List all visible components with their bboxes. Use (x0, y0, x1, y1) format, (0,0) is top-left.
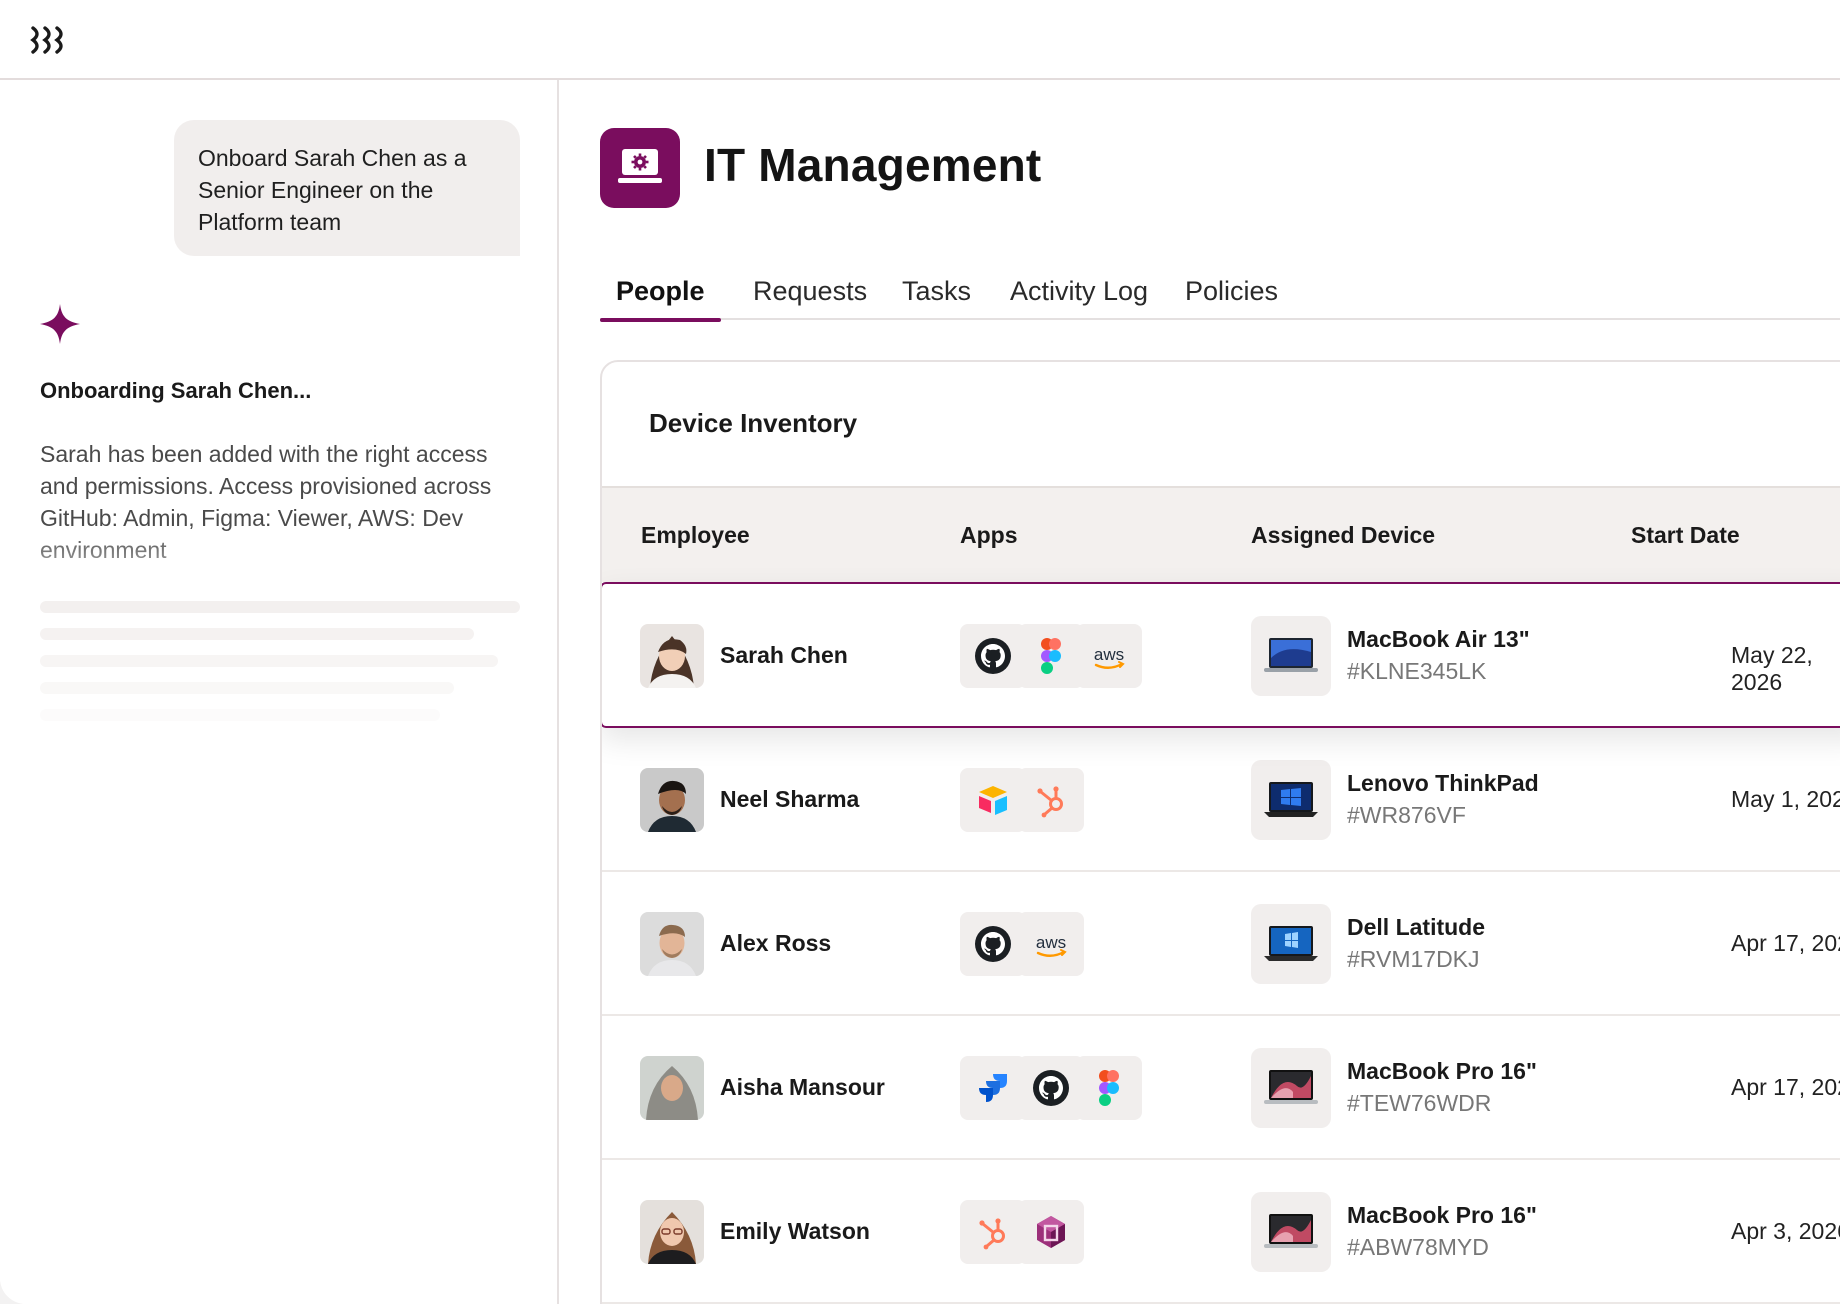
hubspot-icon[interactable] (960, 1200, 1026, 1264)
sparkle-icon (40, 304, 80, 344)
jira-icon[interactable] (960, 1056, 1026, 1120)
device-thumbnail (1251, 1192, 1331, 1272)
tab-activity-log[interactable]: Activity Log (994, 270, 1164, 320)
assistant-chat-panel: Onboard Sarah Chen as a Senior Engineer … (0, 80, 559, 1304)
svg-text:aws: aws (1036, 933, 1066, 952)
column-header-apps[interactable]: Apps (960, 522, 1018, 549)
employee-name[interactable]: Neel Sharma (720, 786, 859, 813)
card-title: Device Inventory (649, 408, 858, 438)
avatar (640, 768, 704, 832)
device-thumbnail (1251, 616, 1331, 696)
github-icon[interactable] (1018, 1056, 1084, 1120)
column-header-employee[interactable]: Employee (641, 522, 750, 549)
table-row[interactable]: Aisha Mansour MacBook Pro 16" #TEW76WDR … (602, 1016, 1840, 1160)
laptop-gear-icon (618, 149, 662, 183)
main-content: IT Management People Requests Tasks Acti… (561, 80, 1840, 1304)
logo-icon[interactable] (30, 24, 70, 56)
loading-skeleton-line (40, 628, 474, 640)
assistant-status-title: Onboarding Sarah Chen... (40, 378, 312, 403)
device-thumbnail (1251, 760, 1331, 840)
employee-name[interactable]: Aisha Mansour (720, 1074, 885, 1101)
tab-requests[interactable]: Requests (737, 270, 883, 320)
apps-list (960, 1200, 1084, 1264)
device-name: Lenovo ThinkPad (1347, 770, 1539, 796)
start-date: Apr 17, 2026 (1731, 930, 1840, 956)
it-management-app-icon (600, 128, 680, 208)
laptop-icon (1264, 1214, 1318, 1248)
table-header: Employee Apps Assigned Device Start Date (602, 486, 1840, 582)
aws-icon[interactable]: aws (1018, 912, 1084, 976)
avatar-photo (640, 768, 704, 832)
apps-list: aws (960, 912, 1084, 976)
device-name: MacBook Pro 16" (1347, 1058, 1537, 1084)
device-name: MacBook Pro 16" (1347, 1202, 1537, 1228)
start-date: May 22, 2026 (1731, 642, 1813, 695)
device-id: #ABW78MYD (1347, 1234, 1489, 1260)
start-date: May 1, 2026 (1731, 786, 1840, 812)
user-message-bubble: Onboard Sarah Chen as a Senior Engineer … (174, 120, 520, 256)
apps-list (960, 1056, 1142, 1120)
laptop-icon (1264, 782, 1318, 817)
table-row[interactable]: Alex Ross aws Dell Latitude #RVM17DKJ Ap… (602, 872, 1840, 1016)
employee-name[interactable]: Sarah Chen (720, 642, 848, 669)
aws-icon[interactable]: aws (1076, 624, 1142, 688)
page-title: IT Management (704, 139, 1042, 191)
tab-bar: People Requests Tasks Activity Log Polic… (600, 270, 1840, 322)
avatar (640, 1056, 704, 1120)
tab-people[interactable]: People (600, 270, 721, 322)
device-id: #RVM17DKJ (1347, 946, 1480, 972)
loading-skeleton-line (40, 709, 440, 721)
table-row[interactable]: Sarah Chen aws MacBook Air 13" #KLNE345L… (602, 582, 1840, 728)
loading-skeleton-line (40, 601, 520, 613)
figma-icon[interactable] (1076, 1056, 1142, 1120)
device-id: #WR876VF (1347, 802, 1466, 828)
column-header-assigned-device[interactable]: Assigned Device (1251, 522, 1435, 549)
employee-name[interactable]: Emily Watson (720, 1218, 870, 1245)
avatar (640, 912, 704, 976)
table-row[interactable]: Neel Sharma Lenovo ThinkPad #WR876VF May… (602, 728, 1840, 872)
device-inventory-card: Device Inventory Employee Apps Assigned … (600, 360, 1840, 1304)
device-thumbnail (1251, 904, 1331, 984)
column-header-start-date[interactable]: Start Date (1631, 522, 1740, 549)
avatar-photo (640, 912, 704, 976)
top-bar (0, 0, 1840, 80)
hubspot-icon[interactable] (1018, 768, 1084, 832)
app-frame: Onboard Sarah Chen as a Senior Engineer … (0, 0, 1840, 1304)
table-row[interactable]: Emily Watson MacBook Pro 16" #ABW78MYD A… (602, 1160, 1840, 1304)
device-name: MacBook Air 13" (1347, 626, 1530, 652)
figma-icon[interactable] (1018, 624, 1084, 688)
laptop-icon (1264, 1070, 1318, 1104)
reply-fade (40, 530, 530, 570)
device-id: #KLNE345LK (1347, 658, 1487, 684)
avatar-photo (640, 1200, 704, 1264)
avatar (640, 624, 704, 688)
start-date: Apr 3, 2026 (1731, 1218, 1840, 1244)
device-thumbnail (1251, 1048, 1331, 1128)
loading-skeleton-line (40, 682, 454, 694)
loading-skeleton-line (40, 655, 498, 667)
employee-name[interactable]: Alex Ross (720, 930, 831, 957)
avatar-photo (640, 1056, 704, 1120)
tab-tasks[interactable]: Tasks (886, 270, 987, 320)
avatar-photo (640, 624, 704, 688)
device-id: #TEW76WDR (1347, 1090, 1492, 1116)
github-icon[interactable] (960, 624, 1026, 688)
laptop-icon (1264, 638, 1318, 672)
laptop-icon (1264, 926, 1318, 961)
github-icon[interactable] (960, 912, 1026, 976)
svg-text:aws: aws (1094, 645, 1124, 664)
device-name: Dell Latitude (1347, 914, 1486, 940)
apps-list: aws (960, 624, 1142, 688)
airtable-icon[interactable] (960, 768, 1026, 832)
apps-list (960, 768, 1084, 832)
avatar (640, 1200, 704, 1264)
start-date: Apr 17, 2026 (1731, 1074, 1840, 1100)
tab-policies[interactable]: Policies (1169, 270, 1294, 320)
cube-icon[interactable] (1018, 1200, 1084, 1264)
